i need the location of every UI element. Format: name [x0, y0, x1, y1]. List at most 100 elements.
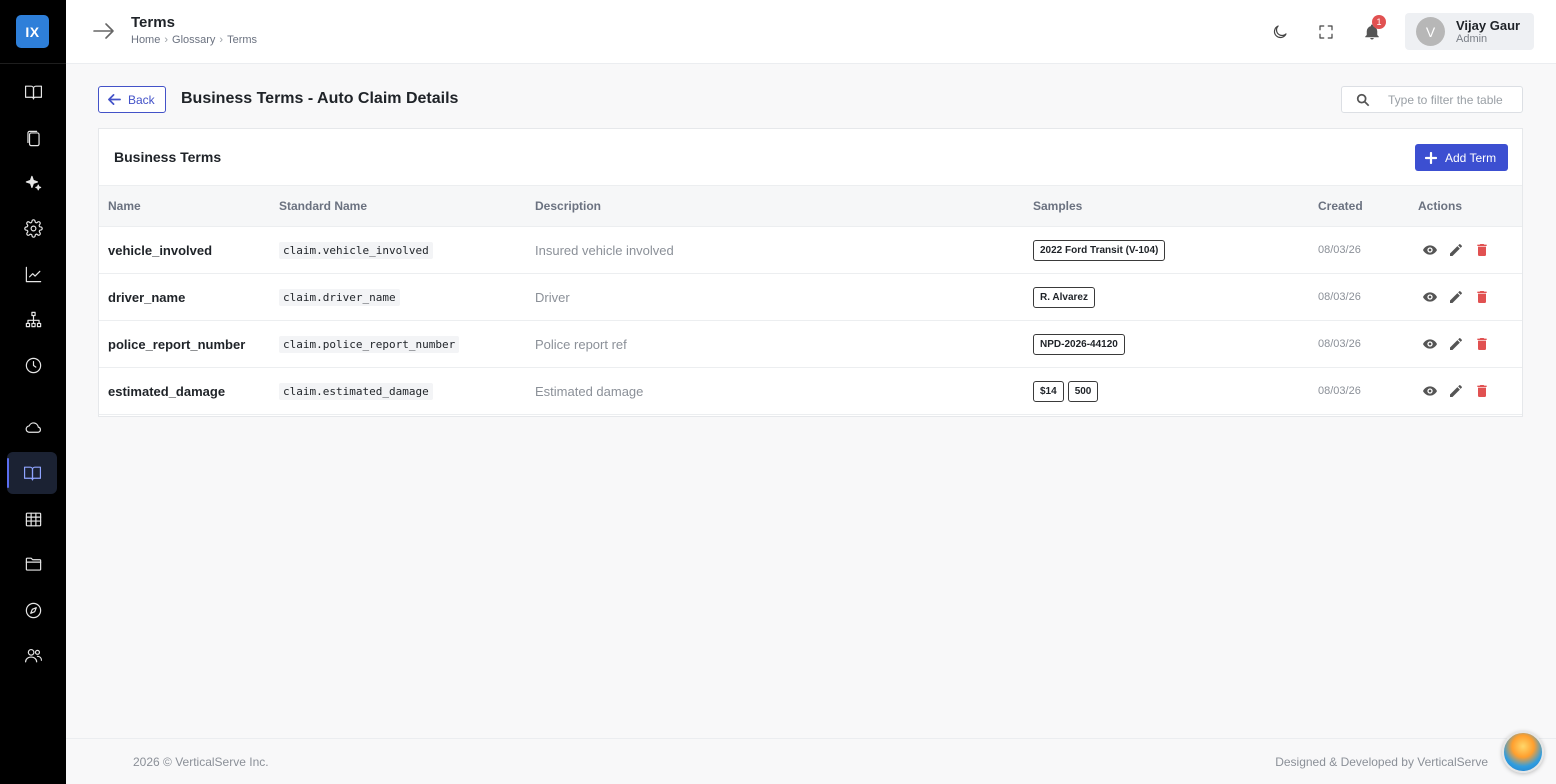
term-samples: 2022 Ford Transit (V-104) — [1033, 227, 1166, 273]
term-name: vehicle_involved — [108, 242, 213, 258]
sidebar-item-hierarchy[interactable] — [17, 303, 49, 335]
term-created: 08/03/26 — [1318, 338, 1361, 350]
user-name: Vijay Gaur — [1456, 18, 1521, 33]
view-button[interactable] — [1421, 382, 1439, 400]
book-open-icon — [24, 85, 42, 99]
back-button[interactable]: Back — [98, 86, 166, 113]
edit-button[interactable] — [1447, 382, 1465, 400]
sidebar-item-settings[interactable] — [17, 212, 49, 244]
column-header-standard-name[interactable]: Standard Name — [279, 199, 367, 213]
trash-icon — [1477, 291, 1487, 303]
term-actions — [1421, 227, 1491, 273]
sample-chip: $14 — [1033, 380, 1064, 402]
eye-icon — [1423, 339, 1437, 349]
term-created: 08/03/26 — [1318, 291, 1361, 303]
delete-button[interactable] — [1473, 241, 1491, 259]
add-term-button[interactable]: Add Term — [1415, 144, 1508, 171]
trash-icon — [1477, 338, 1487, 350]
trash-icon — [1477, 385, 1487, 397]
edit-button[interactable] — [1447, 335, 1465, 353]
term-samples: R. Alvarez — [1033, 274, 1095, 320]
term-name: estimated_damage — [108, 383, 226, 399]
term-name: police_report_number — [108, 336, 246, 352]
sidebar-item-documents[interactable] — [17, 122, 49, 154]
sidebar-item-explore[interactable] — [17, 594, 49, 626]
standard-name-code: claim.driver_name — [279, 288, 400, 306]
sample-chip: NPD-2026-44120 — [1033, 333, 1125, 355]
sidebar: IX — [0, 0, 66, 784]
footer-copyright: 2026 © VerticalServe Inc. — [133, 755, 269, 769]
term-actions — [1421, 321, 1491, 367]
card-title: Business Terms — [114, 149, 222, 165]
sidebar-divider — [0, 63, 66, 64]
sidebar-item-users[interactable] — [17, 639, 49, 671]
edit-button[interactable] — [1447, 241, 1465, 259]
assistant-launcher-button[interactable] — [1502, 731, 1544, 773]
delete-button[interactable] — [1473, 382, 1491, 400]
table-header: Name Standard Name Description Samples C… — [99, 185, 1522, 227]
footer-credits: Designed & Developed by VerticalServe — [1275, 755, 1488, 769]
term-description: Driver — [535, 289, 570, 305]
sidebar-item-terms[interactable] — [7, 452, 57, 494]
term-description: Estimated damage — [535, 383, 644, 399]
sidebar-item-ai[interactable] — [17, 167, 49, 199]
moon-icon — [1273, 25, 1287, 39]
standard-name-code: claim.vehicle_involved — [279, 241, 433, 259]
copy-icon — [26, 130, 40, 146]
column-header-samples[interactable]: Samples — [1033, 199, 1082, 213]
pencil-icon — [1450, 338, 1462, 350]
breadcrumb-current: Terms — [227, 34, 258, 46]
fullscreen-button[interactable] — [1313, 19, 1339, 45]
view-button[interactable] — [1421, 335, 1439, 353]
search-icon — [1356, 93, 1370, 107]
view-button[interactable] — [1421, 241, 1439, 259]
arrow-right-icon — [93, 23, 114, 39]
table-row: police_report_number claim.police_report… — [99, 321, 1522, 368]
hierarchy-icon — [25, 311, 41, 327]
breadcrumb-glossary[interactable]: Glossary — [172, 34, 215, 46]
theme-toggle-button[interactable] — [1267, 19, 1293, 45]
notification-count-badge: 1 — [1372, 15, 1386, 29]
column-header-created[interactable]: Created — [1318, 199, 1363, 213]
breadcrumb-separator: › — [219, 34, 224, 46]
filter-input[interactable] — [1388, 87, 1522, 112]
term-standard-name: claim.vehicle_involved — [279, 227, 433, 273]
column-header-description[interactable]: Description — [535, 199, 601, 213]
users-icon — [24, 648, 42, 662]
sidebar-item-glossary[interactable] — [17, 76, 49, 108]
term-name: driver_name — [108, 289, 186, 305]
delete-button[interactable] — [1473, 288, 1491, 306]
sidebar-item-files[interactable] — [17, 548, 49, 580]
sidebar-item-tables[interactable] — [17, 503, 49, 535]
table-filter — [1341, 86, 1523, 113]
term-samples: $14 500 — [1033, 368, 1099, 414]
top-header: Terms Home › Glossary › Terms 1 V Vijay … — [66, 0, 1556, 64]
eye-icon — [1423, 386, 1437, 396]
breadcrumb-home[interactable]: Home — [131, 34, 160, 46]
sample-chip: R. Alvarez — [1033, 286, 1095, 308]
table-row: vehicle_involved claim.vehicle_involved … — [99, 227, 1522, 274]
sidebar-item-history[interactable] — [17, 349, 49, 381]
sidebar-toggle-button[interactable] — [92, 20, 116, 42]
folder-icon — [25, 557, 41, 571]
eye-icon — [1423, 292, 1437, 302]
pencil-icon — [1450, 291, 1462, 303]
page-title: Business Terms - Auto Claim Details — [181, 90, 459, 107]
term-created: 08/03/26 — [1318, 385, 1361, 397]
sample-chip: 500 — [1067, 380, 1099, 402]
page-header-title: Terms — [131, 14, 175, 31]
back-button-label: Back — [128, 92, 155, 107]
user-menu[interactable]: V Vijay Gaur Admin — [1405, 13, 1534, 50]
avatar: V — [1416, 17, 1445, 46]
sidebar-item-analytics[interactable] — [17, 258, 49, 290]
sidebar-item-cloud[interactable] — [17, 411, 49, 443]
sample-chip: 2022 Ford Transit (V-104) — [1033, 239, 1166, 261]
standard-name-code: claim.police_report_number — [279, 335, 460, 353]
edit-button[interactable] — [1447, 288, 1465, 306]
delete-button[interactable] — [1473, 335, 1491, 353]
app-logo[interactable]: IX — [16, 15, 49, 48]
column-header-name[interactable]: Name — [108, 199, 141, 213]
footer: 2026 © VerticalServe Inc. Designed & Dev… — [66, 738, 1556, 784]
standard-name-code: claim.estimated_damage — [279, 382, 433, 400]
view-button[interactable] — [1421, 288, 1439, 306]
